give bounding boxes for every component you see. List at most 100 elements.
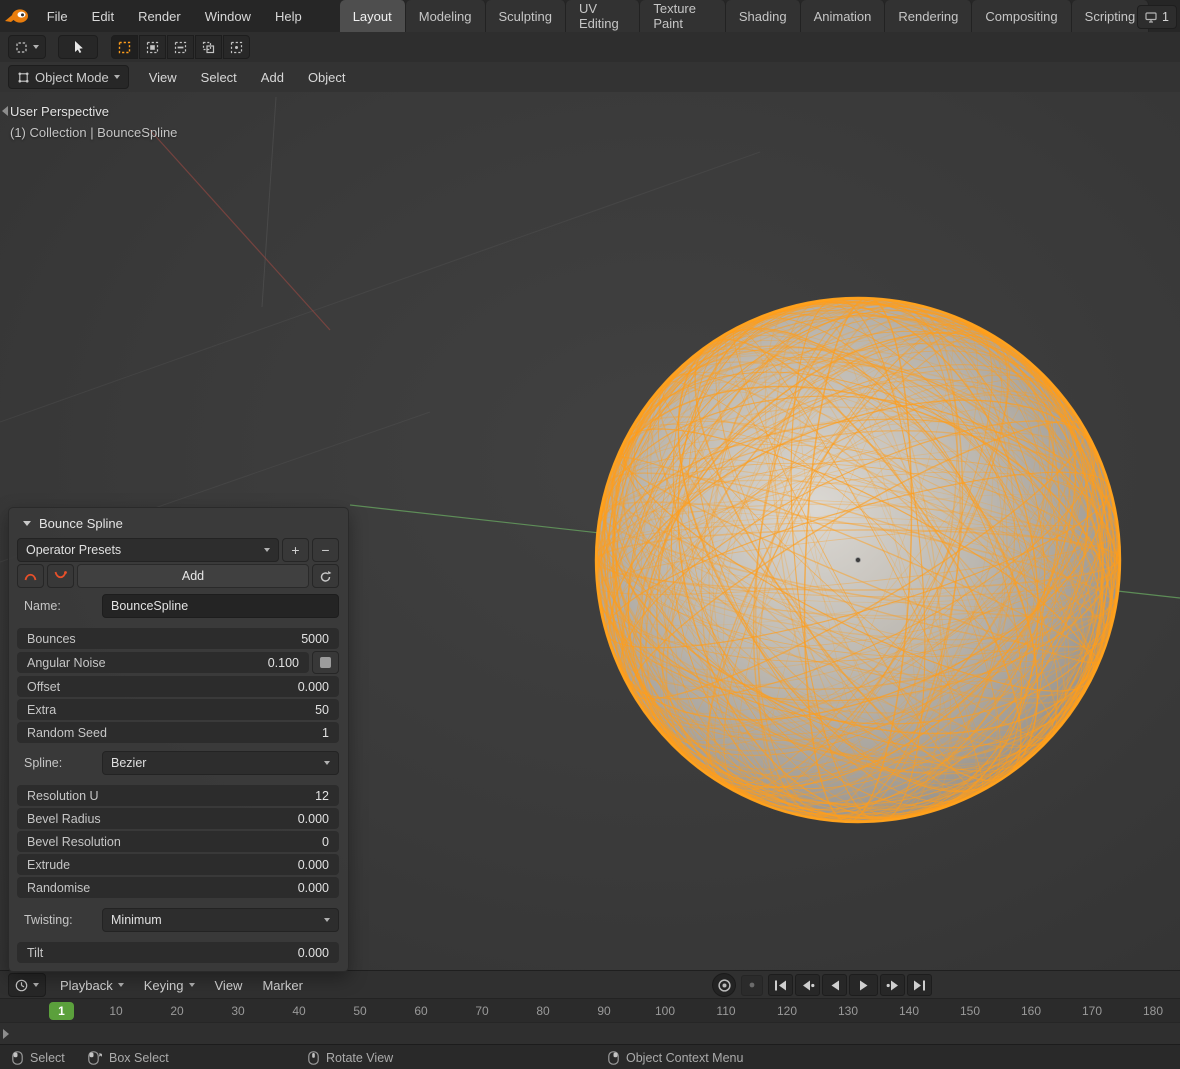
select-tool-button[interactable] [58,35,98,59]
current-frame-indicator[interactable]: 1 [49,1002,74,1020]
field-value: 5000 [301,632,339,646]
viewport-menu-object[interactable]: Object [296,70,358,85]
tab-animation[interactable]: Animation [801,0,886,32]
prev-keyframe-button[interactable] [795,974,820,996]
menu-help[interactable]: Help [263,0,314,32]
viewport-menu-view[interactable]: View [137,70,189,85]
curve-type-button-1[interactable] [17,564,44,588]
toolbar-toggle-arrow[interactable] [2,106,8,116]
clock-icon [15,979,28,992]
randomise-slider[interactable]: Randomise 0.000 [17,877,339,898]
bevel-radius-slider[interactable]: Bevel Radius 0.000 [17,808,339,829]
offset-slider[interactable]: Offset 0.000 [17,676,339,697]
timeline-header: Playback Keying View Marker [0,970,1180,999]
mouse-drag-icon [88,1051,102,1065]
operator-panel-title: Bounce Spline [39,516,123,531]
resolution-u-slider[interactable]: Resolution U 12 [17,785,339,806]
menu-edit[interactable]: Edit [80,0,126,32]
editor-type-dropdown[interactable] [8,973,46,997]
tilt-slider[interactable]: Tilt 0.000 [17,942,339,963]
menu-render[interactable]: Render [126,0,193,32]
tab-texture-paint[interactable]: Texture Paint [640,0,726,32]
bounce-spline-object[interactable] [488,190,1180,930]
field-label: Extra [17,703,315,717]
timeline-ruler[interactable]: 10 20 30 40 50 60 70 80 90 100 110 120 1… [0,998,1180,1023]
angular-noise-slider[interactable]: Angular Noise 0.100 [17,652,309,673]
field-label: Resolution U [17,789,315,803]
blender-logo-icon[interactable] [0,0,35,32]
field-value: 0.000 [298,946,339,960]
selection-mode-subtract-button[interactable] [167,35,194,59]
menu-label: Keying [144,978,184,993]
tab-layout[interactable]: Layout [340,0,406,32]
tab-modeling[interactable]: Modeling [406,0,486,32]
active-tool-icon [15,41,28,54]
screen-icon [1145,12,1157,23]
keying-set-button[interactable] [741,975,763,996]
next-keyframe-icon [886,980,900,991]
jump-to-end-button[interactable] [907,974,932,996]
extra-slider[interactable]: Extra 50 [17,699,339,720]
curve-type-button-2[interactable] [47,564,74,588]
viewport-text-overlay: User Perspective (1) Collection | Bounce… [10,101,177,143]
playback-controls [768,974,932,996]
selection-mode-subtract-icon [174,41,187,54]
cursor-icon [72,40,84,54]
random-seed-slider[interactable]: Random Seed 1 [17,722,339,743]
add-button[interactable]: Add [77,564,309,588]
view-layer-badge[interactable]: 1 [1137,5,1177,29]
selection-mode-new-button[interactable] [111,35,138,59]
timeline-menu-marker[interactable]: Marker [252,978,312,993]
operator-presets-dropdown[interactable]: Operator Presets [17,538,279,562]
extrude-slider[interactable]: Extrude 0.000 [17,854,339,875]
viewport-menu-select[interactable]: Select [189,70,249,85]
active-tool-dropdown[interactable] [8,35,46,59]
jump-to-start-button[interactable] [768,974,793,996]
field-value: 0.000 [298,680,339,694]
workspace-tabs: Layout Modeling Sculpting UV Editing Tex… [340,0,1180,32]
play-button[interactable] [849,974,878,996]
status-bar: Select Box Select Rotate View Object Con… [0,1044,1180,1069]
frame-tick: 170 [1082,1004,1102,1018]
status-label: Object Context Menu [626,1051,743,1065]
twisting-dropdown[interactable]: Minimum [102,908,339,932]
view-layer-count: 1 [1162,10,1169,24]
preset-add-button[interactable]: + [282,538,309,562]
selection-mode-intersect-button[interactable] [223,35,250,59]
tab-shading[interactable]: Shading [726,0,801,32]
timeline-expand-arrow[interactable] [3,1029,9,1039]
twisting-label: Twisting: [17,913,102,927]
timeline-menu-playback[interactable]: Playback [50,978,134,993]
selection-mode-invert-button[interactable] [195,35,222,59]
frame-tick: 40 [292,1004,305,1018]
name-label: Name: [17,599,102,613]
play-reverse-button[interactable] [822,974,847,996]
tab-uv-editing[interactable]: UV Editing [566,0,640,32]
timeline-menu-keying[interactable]: Keying [134,978,205,993]
selection-mode-extend-button[interactable] [139,35,166,59]
next-keyframe-button[interactable] [880,974,905,996]
redo-button[interactable] [312,564,339,588]
name-input[interactable]: BounceSpline [102,594,339,618]
operator-panel-header[interactable]: Bounce Spline [17,508,339,538]
menu-window[interactable]: Window [193,0,263,32]
selection-mode-intersect-icon [230,41,243,54]
spline-type-dropdown[interactable]: Bezier [102,751,339,775]
status-label: Rotate View [326,1051,393,1065]
bounces-slider[interactable]: Bounces 5000 [17,628,339,649]
preset-remove-button[interactable]: − [312,538,339,562]
field-label: Bevel Resolution [17,835,322,849]
angular-noise-extra-button[interactable] [312,651,339,674]
auto-keying-button[interactable] [712,973,736,997]
tab-sculpting[interactable]: Sculpting [486,0,566,32]
object-mode-dropdown[interactable]: Object Mode [8,65,129,89]
timeline-track[interactable] [0,1022,1180,1045]
bevel-resolution-slider[interactable]: Bevel Resolution 0 [17,831,339,852]
tab-rendering[interactable]: Rendering [885,0,972,32]
tab-compositing[interactable]: Compositing [972,0,1071,32]
viewport-menu-add[interactable]: Add [249,70,296,85]
timeline-menu-view[interactable]: View [205,978,253,993]
mouse-left-icon [12,1051,23,1065]
menu-file[interactable]: File [35,0,80,32]
play-icon [859,980,869,991]
